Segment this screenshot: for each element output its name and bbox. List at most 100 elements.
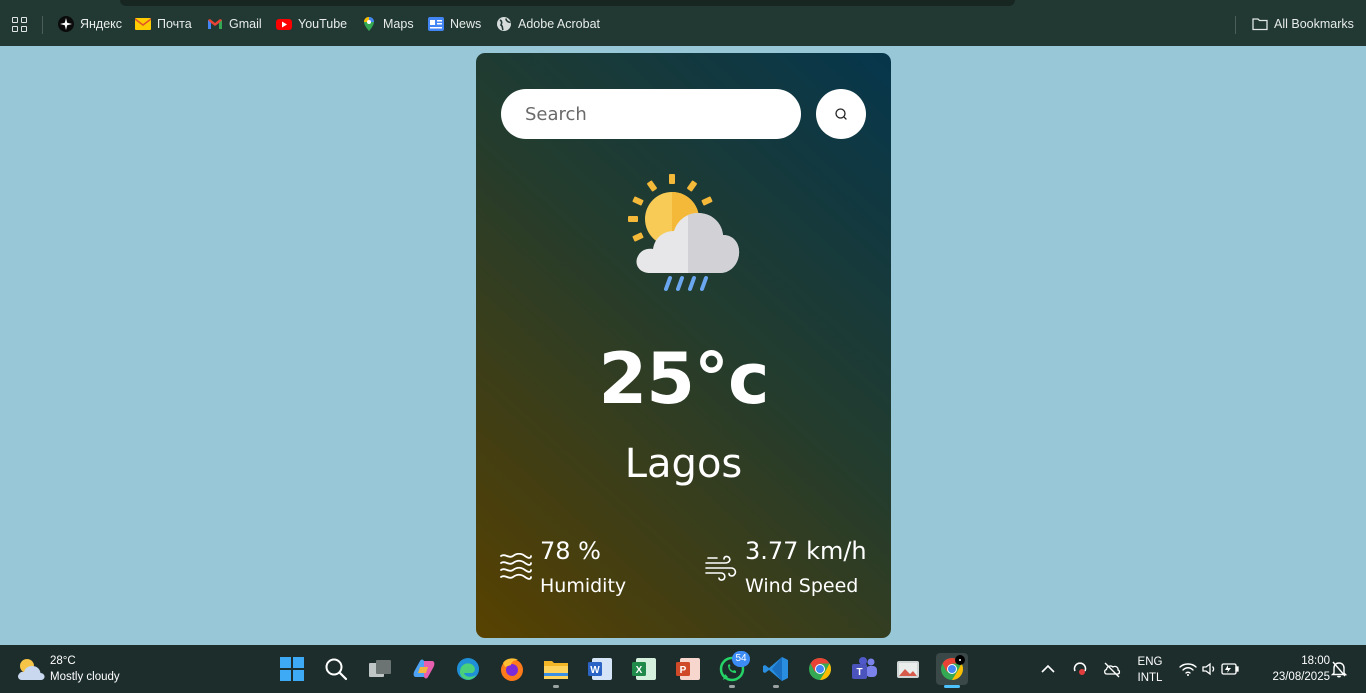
- bookmark-label: Почта: [157, 17, 192, 31]
- start-button[interactable]: [276, 653, 308, 685]
- word-button[interactable]: W: [584, 653, 616, 685]
- weather-card: 25°c Lagos 78 % Humidity 3.77 km/h Wind …: [476, 53, 891, 638]
- youtube-icon: [276, 16, 292, 32]
- photos-button[interactable]: [892, 653, 924, 685]
- powerpoint-button[interactable]: P: [672, 653, 704, 685]
- bookmark-label: Maps: [383, 17, 414, 31]
- divider: [42, 16, 43, 34]
- running-indicator: [773, 685, 779, 688]
- apps-grid-icon[interactable]: [12, 17, 28, 33]
- news-icon: [428, 16, 444, 32]
- firefox-button[interactable]: [496, 653, 528, 685]
- divider: [1235, 16, 1236, 34]
- humidity-value: 78 %: [540, 537, 601, 565]
- whatsapp-button[interactable]: 54: [716, 651, 750, 688]
- tray-app[interactable]: [1070, 659, 1090, 679]
- windows-icon: [280, 657, 304, 681]
- edge-button[interactable]: [452, 653, 484, 685]
- svg-text:W: W: [590, 665, 600, 676]
- yandex-icon: [58, 16, 74, 32]
- network-volume-battery[interactable]: [1178, 659, 1240, 679]
- svg-text:P: P: [680, 665, 687, 676]
- language-code: ENG: [1137, 656, 1163, 668]
- chevron-up-icon: [1041, 664, 1055, 673]
- clock[interactable]: 18:00 23/08/2025: [1256, 653, 1330, 685]
- show-hidden-icons-button[interactable]: [1038, 661, 1058, 677]
- temperature: 25°c: [598, 338, 770, 420]
- word-icon: W: [588, 658, 612, 680]
- bookmark-maps[interactable]: Maps: [361, 14, 414, 34]
- weather-desc: Mostly cloudy: [50, 671, 120, 683]
- language-indicator[interactable]: ENG INTL: [1132, 654, 1168, 686]
- tab-strip-edge: [120, 0, 1015, 6]
- vscode-button[interactable]: [760, 653, 792, 688]
- gmail-icon: [207, 16, 223, 32]
- running-indicator: [729, 685, 735, 688]
- clock-date: 23/08/2025: [1272, 671, 1330, 683]
- wind-label: Wind Speed: [745, 575, 859, 597]
- all-bookmarks-button[interactable]: All Bookmarks: [1252, 14, 1354, 34]
- folder-icon: [1252, 16, 1268, 32]
- search-taskbar-button[interactable]: [320, 653, 352, 685]
- humidity-icon: [500, 553, 532, 580]
- chrome-icon: [941, 655, 965, 680]
- weather-widget[interactable]: [14, 653, 46, 685]
- copilot-icon: [413, 659, 435, 679]
- bookmark-youtube[interactable]: YouTube: [276, 14, 347, 34]
- search-button[interactable]: [816, 89, 866, 139]
- humidity-label: Humidity: [540, 575, 627, 597]
- chrome-icon: [809, 658, 831, 680]
- keyboard-layout: INTL: [1137, 672, 1163, 684]
- sync-icon: [1073, 662, 1087, 675]
- teams-button[interactable]: T: [848, 653, 880, 685]
- cloud-off-icon: [1104, 662, 1121, 678]
- task-view-button[interactable]: [364, 653, 396, 685]
- bookmark-gmail[interactable]: Gmail: [207, 14, 262, 34]
- bookmark-pochta[interactable]: Почта: [134, 14, 192, 34]
- active-indicator: [944, 685, 960, 688]
- weather-temp: 28°C: [50, 655, 76, 667]
- mail-icon: [134, 16, 152, 32]
- task-view-icon: [369, 660, 391, 677]
- search-icon: [325, 658, 348, 681]
- bookmark-label: Gmail: [229, 17, 262, 31]
- powerpoint-icon: P: [676, 658, 700, 680]
- bookmark-yandex[interactable]: Яндекс: [58, 14, 122, 34]
- chrome-active-button[interactable]: [936, 653, 968, 688]
- taskbar: 28°C Mostly cloudy W X P 54 T ENG INTL 1…: [0, 645, 1366, 693]
- sun-cloud-rain-icon: [628, 174, 740, 291]
- bookmark-adobe-acrobat[interactable]: Adobe Acrobat: [496, 14, 600, 34]
- onedrive-status[interactable]: [1102, 659, 1122, 679]
- wifi-icon: [1179, 663, 1197, 674]
- copilot-button[interactable]: [408, 653, 440, 685]
- firefox-icon: [501, 658, 523, 681]
- folder-icon: [544, 661, 568, 679]
- running-indicator: [553, 685, 559, 688]
- notifications-button[interactable]: [1330, 659, 1348, 679]
- globe-icon: [496, 16, 512, 32]
- cloudy-weather-icon: [18, 659, 45, 680]
- bookmark-label: Adobe Acrobat: [518, 17, 601, 31]
- excel-button[interactable]: X: [628, 653, 660, 685]
- vscode-icon: [763, 657, 788, 681]
- edge-icon: [457, 658, 479, 680]
- search-icon: [835, 108, 847, 120]
- status-icons: [1179, 662, 1239, 676]
- file-explorer-button[interactable]: [540, 653, 572, 688]
- bookmark-news[interactable]: News: [428, 14, 481, 34]
- chrome-button[interactable]: [804, 653, 836, 685]
- wind-icon: [705, 555, 737, 581]
- notification-badge: 54: [732, 651, 750, 667]
- excel-icon: X: [632, 658, 656, 680]
- clock-time: 18:00: [1301, 655, 1330, 667]
- weather-widget-text[interactable]: 28°C Mostly cloudy: [50, 653, 120, 685]
- humidity-detail: 78 % Humidity: [500, 537, 670, 607]
- bell-icon: [1330, 661, 1348, 678]
- svg-text:X: X: [636, 665, 643, 676]
- city-name: Lagos: [624, 441, 743, 487]
- bookmark-label: Яндекс: [80, 17, 123, 31]
- bookmark-label: YouTube: [298, 17, 348, 31]
- search-input[interactable]: [501, 89, 801, 139]
- photos-icon: [897, 661, 919, 678]
- wind-detail: 3.77 km/h Wind Speed: [705, 537, 885, 607]
